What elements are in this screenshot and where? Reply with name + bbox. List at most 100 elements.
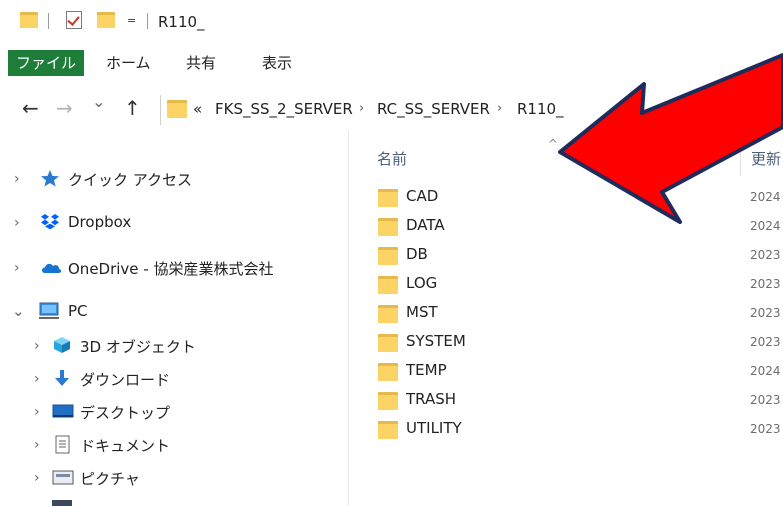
address-bar[interactable]: « FKS_SS_2_SERVER › RC_SS_SERVER › R110_ xyxy=(160,95,783,125)
star-icon xyxy=(40,169,60,187)
list-item[interactable]: LOG 2023 xyxy=(360,271,783,300)
desktop-icon xyxy=(52,402,74,420)
file-modified: 2023 xyxy=(750,335,781,349)
breadcrumb-item[interactable]: FKS_SS_2_SERVER xyxy=(215,100,353,118)
list-item[interactable]: MST 2023 xyxy=(360,300,783,329)
3d-objects-icon xyxy=(52,336,72,354)
sidebar-item-pictures[interactable]: › ピクチャ xyxy=(0,462,348,494)
list-item[interactable]: CAD 2024 xyxy=(360,184,783,213)
folder-icon xyxy=(378,392,398,410)
tab-file[interactable]: ファイル xyxy=(8,50,84,76)
sidebar-item-pc[interactable]: ⌄ PC xyxy=(0,296,348,328)
sidebar-item-label: Dropbox xyxy=(68,213,132,231)
folder-icon xyxy=(378,363,398,381)
chevron-right-icon[interactable]: › xyxy=(14,260,20,276)
sidebar-item-label: デスクトップ xyxy=(80,404,171,422)
file-name: CAD xyxy=(406,187,439,205)
sidebar-item-label: 3D オブジェクト xyxy=(80,338,196,356)
folder-icon xyxy=(378,218,398,236)
list-item[interactable]: DB 2023 xyxy=(360,242,783,271)
file-name: MST xyxy=(406,303,438,321)
tab-share[interactable]: 共有 xyxy=(186,50,216,76)
folder-icon xyxy=(378,305,398,323)
back-arrow-icon[interactable]: ← xyxy=(22,96,39,120)
list-item[interactable]: SYSTEM 2023 xyxy=(360,329,783,358)
column-separator[interactable] xyxy=(740,140,741,176)
sidebar-item-3d-objects[interactable]: › 3D オブジェクト xyxy=(0,330,348,362)
sort-ascending-icon: ^ xyxy=(548,137,559,151)
chevron-down-icon[interactable]: ⌄ xyxy=(12,302,25,320)
sidebar-item-quick-access[interactable]: › クイック アクセス xyxy=(0,163,348,195)
computer-icon xyxy=(38,302,59,320)
file-modified: 2023 xyxy=(750,422,781,436)
sidebar-item-label: ドキュメント xyxy=(80,437,171,455)
window-title: R110_ xyxy=(158,13,205,31)
sidebar-item-label: PC xyxy=(68,302,88,320)
dropbox-icon xyxy=(40,213,60,231)
chevron-right-icon[interactable]: › xyxy=(34,338,40,354)
list-item[interactable]: TEMP 2024 xyxy=(360,358,783,387)
sidebar-item-dropbox[interactable]: › Dropbox xyxy=(0,207,348,239)
file-name: LOG xyxy=(406,274,438,292)
tab-view[interactable]: 表示 xyxy=(262,50,292,76)
sidebar-item-downloads[interactable]: › ダウンロード xyxy=(0,363,348,395)
properties-check-icon[interactable] xyxy=(66,11,82,29)
folder-icon xyxy=(167,100,187,118)
folder-icon xyxy=(378,247,398,265)
chevron-right-icon[interactable]: › xyxy=(14,215,20,231)
folder-icon xyxy=(378,189,398,207)
sidebar-item-documents[interactable]: › ドキュメント xyxy=(0,429,348,461)
divider xyxy=(147,13,148,29)
breadcrumb-separator-icon[interactable]: › xyxy=(497,101,502,116)
folder-icon xyxy=(20,12,38,28)
column-header-modified[interactable]: 更新 xyxy=(751,148,781,169)
tab-home[interactable]: ホーム xyxy=(106,50,151,76)
sidebar-item-label: ダウンロード xyxy=(80,371,171,389)
folder-icon xyxy=(378,421,398,439)
file-name: DB xyxy=(406,245,428,263)
file-modified: 2023 xyxy=(750,248,781,262)
column-header-name[interactable]: 名前 xyxy=(377,148,407,169)
file-name: UTILITY xyxy=(406,419,462,437)
sidebar-item-onedrive[interactable]: › OneDrive - 協栄産業株式会社 xyxy=(0,252,348,284)
sidebar-item-label: クイック アクセス xyxy=(68,171,193,189)
chevron-right-icon[interactable]: › xyxy=(34,404,40,420)
breadcrumb-overflow[interactable]: « xyxy=(193,100,202,118)
file-modified: 2024 xyxy=(750,190,781,204)
file-modified: 2023 xyxy=(750,393,781,407)
new-folder-icon[interactable] xyxy=(97,12,115,28)
download-icon xyxy=(52,369,72,387)
sidebar-item-desktop[interactable]: › デスクトップ xyxy=(0,396,348,428)
pane-divider[interactable] xyxy=(348,130,349,506)
cloud-icon xyxy=(40,258,62,276)
chevron-right-icon[interactable]: › xyxy=(34,470,40,486)
breadcrumb-separator-icon[interactable]: › xyxy=(359,101,364,116)
chevron-right-icon[interactable]: › xyxy=(34,437,40,453)
videos-icon xyxy=(52,500,72,506)
list-item[interactable]: DATA 2024 xyxy=(360,213,783,242)
list-item[interactable]: TRASH 2023 xyxy=(360,387,783,416)
breadcrumb-item[interactable]: R110_ xyxy=(517,100,564,118)
file-name: TEMP xyxy=(406,361,447,379)
chevron-right-icon[interactable]: › xyxy=(14,171,20,187)
file-modified: 2024 xyxy=(750,364,781,378)
chevron-right-icon[interactable]: › xyxy=(34,371,40,387)
forward-arrow-icon[interactable]: → xyxy=(56,96,73,120)
divider xyxy=(48,13,49,29)
ribbon-tabs: ファイル ホーム 共有 表示 xyxy=(0,46,783,78)
breadcrumb-item[interactable]: RC_SS_SERVER xyxy=(377,100,490,118)
file-modified: 2023 xyxy=(750,277,781,291)
documents-icon xyxy=(54,435,74,454)
pictures-icon xyxy=(52,468,74,486)
quick-access-dropdown-icon[interactable]: = xyxy=(127,14,136,27)
up-arrow-icon[interactable]: ↑ xyxy=(124,96,141,120)
title-bar: = R110_ xyxy=(0,0,783,46)
file-name: TRASH xyxy=(406,390,457,408)
file-modified: 2023 xyxy=(750,306,781,320)
list-item[interactable]: UTILITY 2023 xyxy=(360,416,783,445)
file-name: SYSTEM xyxy=(406,332,466,350)
recent-locations-icon[interactable]: ⌄ xyxy=(92,92,105,111)
sidebar-item-label: ピクチャ xyxy=(80,470,140,488)
file-modified: 2024 xyxy=(750,219,781,233)
file-name: DATA xyxy=(406,216,445,234)
